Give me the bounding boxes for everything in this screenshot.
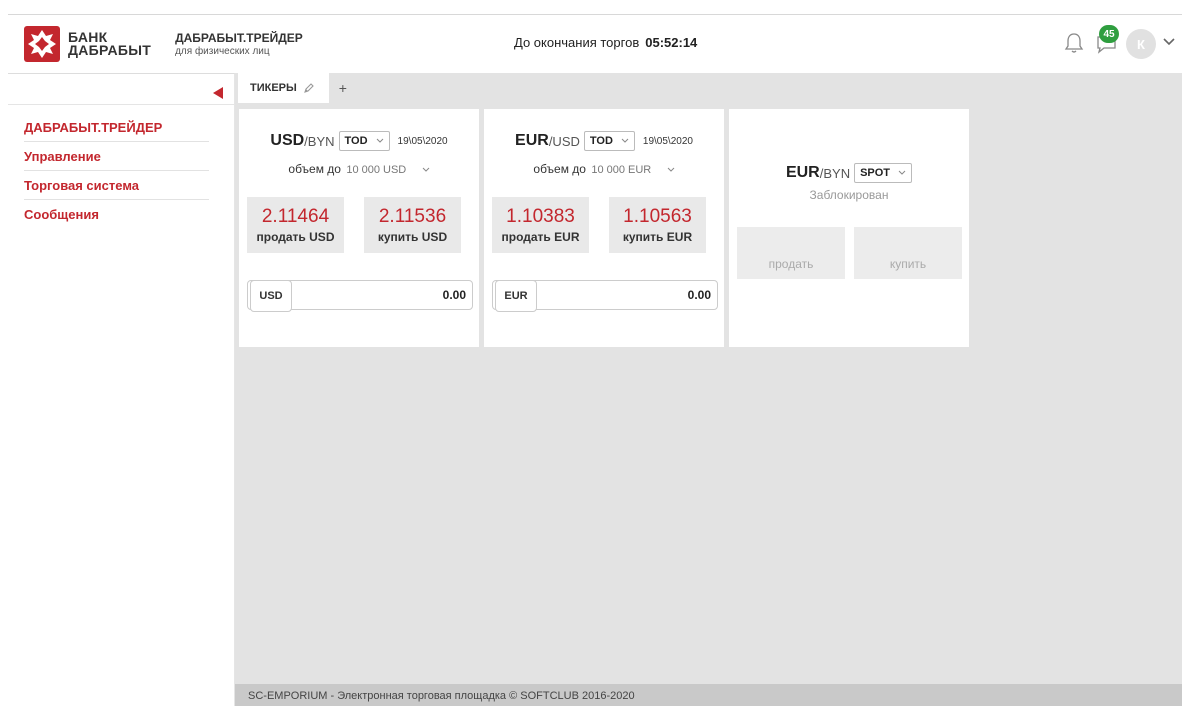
sidebar-item-trading-system[interactable]: Торговая система	[24, 178, 209, 200]
messages-count-badge: 45	[1099, 25, 1119, 43]
bank-logo-icon	[24, 25, 60, 62]
countdown-label: До окончания торгов	[514, 35, 640, 50]
volume-value: 10 000 EUR	[591, 164, 652, 176]
buy-rate: 1.10563	[623, 206, 692, 227]
top-header: БАНК ДАБРАБЫТ ДАБРАБЫТ.ТРЕЙДЕР для физич…	[8, 14, 1182, 72]
currency-pair-row: EUR/BYN SPOT	[729, 163, 969, 183]
chevron-down-icon	[621, 138, 629, 143]
sidebar-item-management[interactable]: Управление	[24, 149, 209, 171]
chevron-down-icon	[422, 167, 429, 172]
volume-label: объем до	[533, 162, 586, 176]
buy-button[interactable]: 1.10563 купить EUR	[609, 197, 706, 253]
value-date: 19\05\2020	[642, 135, 693, 147]
sell-button[interactable]: 2.11464 продать USD	[247, 197, 344, 253]
sell-rate: 1.10383	[506, 206, 575, 227]
chevron-down-icon	[667, 167, 674, 172]
trading-countdown: До окончания торгов 05:52:14	[514, 35, 697, 50]
footer: SC-EMPORIUM - Электронная торговая площа…	[235, 684, 1182, 706]
add-tab-button[interactable]: +	[339, 80, 347, 96]
pair-quote: /USD	[548, 133, 580, 149]
brand-subtitle: для физических лиц	[175, 45, 270, 57]
chevron-down-icon	[376, 138, 383, 143]
collapse-sidebar-icon[interactable]	[213, 87, 223, 99]
chevron-down-icon	[898, 170, 906, 175]
term-select[interactable]: TOD	[338, 131, 390, 151]
brand-title: ДАБРАБЫТ.ТРЕЙДЕР	[175, 30, 303, 45]
buy-button[interactable]: 2.11536 купить USD	[364, 197, 461, 253]
bank-logo-text: БАНК ДАБРАБЫТ	[68, 30, 152, 58]
sidebar: ДАБРАБЫТ.ТРЕЙДЕР Управление Торговая сис…	[8, 73, 235, 706]
brand-block: ДАБРАБЫТ.ТРЕЙДЕР для физических лиц	[175, 31, 303, 57]
buy-label: купить USD	[377, 230, 448, 244]
tab-tickers-label: ТИКЕРЫ	[250, 82, 297, 94]
blocked-status: Заблокирован	[809, 188, 889, 202]
buy-button-disabled: купить	[854, 227, 962, 279]
sell-rate: 2.11464	[261, 206, 330, 227]
ticker-card: EUR/USD TOD 19\05\2020 объем до 10 000 E…	[484, 109, 724, 347]
tab-tickers[interactable]: ТИКЕРЫ	[238, 73, 329, 103]
amount-input[interactable]: EUR 0.00	[492, 279, 718, 312]
countdown-time: 05:52:14	[645, 35, 698, 50]
buy-rate: 2.11536	[378, 206, 447, 227]
pair-base: USD	[270, 132, 305, 149]
tab-bar: ТИКЕРЫ +	[235, 73, 347, 103]
term-select[interactable]: SPOT	[854, 163, 913, 183]
amount-value[interactable]: 0.00	[292, 288, 472, 302]
volume-label: объем до	[288, 162, 341, 176]
bell-icon[interactable]	[1063, 31, 1085, 55]
pair-quote: /BYN	[304, 133, 335, 149]
ticker-card: USD/BYN TOD 19\05\2020 объем до 10 000 U…	[239, 109, 479, 347]
term-select-value: TOD	[589, 135, 613, 147]
bank-logo[interactable]: БАНК ДАБРАБЫТ	[24, 25, 152, 62]
amount-currency-button[interactable]: EUR	[495, 279, 537, 312]
user-avatar[interactable]: К	[1126, 29, 1156, 59]
volume-select[interactable]: объем до 10 000 EUR	[484, 162, 724, 176]
sell-label: продать EUR	[501, 230, 580, 244]
sidebar-item-trader[interactable]: ДАБРАБЫТ.ТРЕЙДЕР	[24, 120, 209, 142]
term-select-value: TOD	[344, 135, 368, 147]
pair-quote: /BYN	[819, 165, 851, 181]
pair-base: EUR	[515, 132, 549, 149]
amount-input[interactable]: USD 0.00	[247, 279, 473, 312]
currency-pair-row: USD/BYN TOD 19\05\2020	[239, 131, 479, 151]
sell-label: продать USD	[256, 230, 335, 244]
volume-value: 10 000 USD	[346, 164, 407, 176]
term-select[interactable]: TOD	[583, 131, 635, 151]
sell-button[interactable]: 1.10383 продать EUR	[492, 197, 589, 253]
sidebar-divider	[8, 104, 235, 105]
chevron-down-icon[interactable]	[1163, 37, 1175, 47]
value-date: 19\05\2020	[397, 135, 448, 147]
currency-pair-row: EUR/USD TOD 19\05\2020	[484, 131, 724, 151]
volume-select[interactable]: объем до 10 000 USD	[239, 162, 479, 176]
pencil-icon[interactable]	[303, 82, 315, 94]
term-select-value: SPOT	[860, 167, 891, 179]
buy-label: купить EUR	[622, 230, 693, 244]
pair-base: EUR	[785, 164, 820, 181]
logo-line-2: ДАБРАБЫТ	[68, 41, 152, 58]
main-content: ТИКЕРЫ + USD/BYN TOD 19\05\2020 объем до…	[235, 73, 1182, 706]
sell-button-disabled: продать	[737, 227, 845, 279]
amount-currency-button[interactable]: USD	[250, 279, 292, 312]
amount-value[interactable]: 0.00	[537, 288, 717, 302]
sidebar-item-messages[interactable]: Сообщения	[24, 207, 209, 229]
ticker-card-blocked: EUR/BYN SPOT Заблокирован продать купить	[729, 109, 969, 347]
sidebar-menu: ДАБРАБЫТ.ТРЕЙДЕР Управление Торговая сис…	[24, 120, 209, 236]
